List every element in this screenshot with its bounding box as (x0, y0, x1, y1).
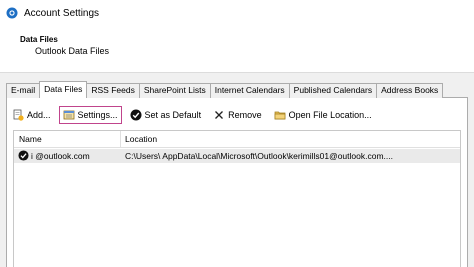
folder-icon (274, 111, 285, 120)
row-location-cell: C:\Users\ AppData\Local\Microsoft\Outloo… (125, 151, 393, 161)
column-header-name[interactable]: Name (19, 134, 42, 144)
tab-rss-feeds[interactable]: RSS Feeds (86, 83, 140, 98)
set-as-default-button[interactable]: Set as Default (126, 106, 206, 124)
header: Data Files Outlook Data Files (0, 26, 474, 72)
add-button-label: Add... (27, 110, 51, 120)
page-subtitle: Outlook Data Files (35, 46, 110, 56)
column-header-location[interactable]: Location (125, 134, 157, 144)
toolbar: Add... Settings... Set as Default Remove… (8, 106, 380, 124)
remove-button-label: Remove (228, 110, 262, 120)
page-title: Data Files (20, 35, 58, 44)
column-divider[interactable] (120, 131, 121, 148)
default-check-icon (18, 150, 29, 161)
add-file-icon (13, 109, 24, 121)
tab-data-files[interactable]: Data Files (39, 81, 88, 98)
checkmark-circle-icon (130, 109, 142, 121)
tab-internet-calendars[interactable]: Internet Calendars (209, 83, 290, 98)
open-file-location-button[interactable]: Open File Location... (270, 106, 376, 124)
settings-icon (63, 110, 74, 120)
tab-email[interactable]: E-mail (6, 83, 41, 98)
tab-strip: E-mail Data Files RSS Feeds SharePoint L… (6, 81, 444, 98)
table-row[interactable]: i @outlook.com C:\Users\ AppData\Local\M… (14, 149, 460, 163)
tab-published-calendars[interactable]: Published Calendars (288, 83, 378, 98)
outlook-logo-icon (6, 7, 18, 19)
tab-address-books[interactable]: Address Books (376, 83, 444, 98)
settings-button-label: Settings... (77, 110, 118, 120)
add-button[interactable]: Add... (8, 106, 55, 124)
tab-sharepoint-lists[interactable]: SharePoint Lists (138, 83, 211, 98)
remove-x-icon (215, 111, 224, 119)
table-header: Name Location (14, 131, 460, 148)
data-files-table: Name Location i @outlook.com C:\Users\ A… (13, 130, 461, 267)
set-as-default-label: Set as Default (144, 110, 202, 120)
title-bar: Account Settings (0, 0, 474, 26)
row-name-cell: i @outlook.com (31, 151, 90, 161)
settings-button[interactable]: Settings... (58, 106, 122, 124)
open-file-location-label: Open File Location... (288, 110, 372, 120)
remove-button[interactable]: Remove (209, 106, 266, 124)
window-title: Account Settings (24, 8, 100, 19)
